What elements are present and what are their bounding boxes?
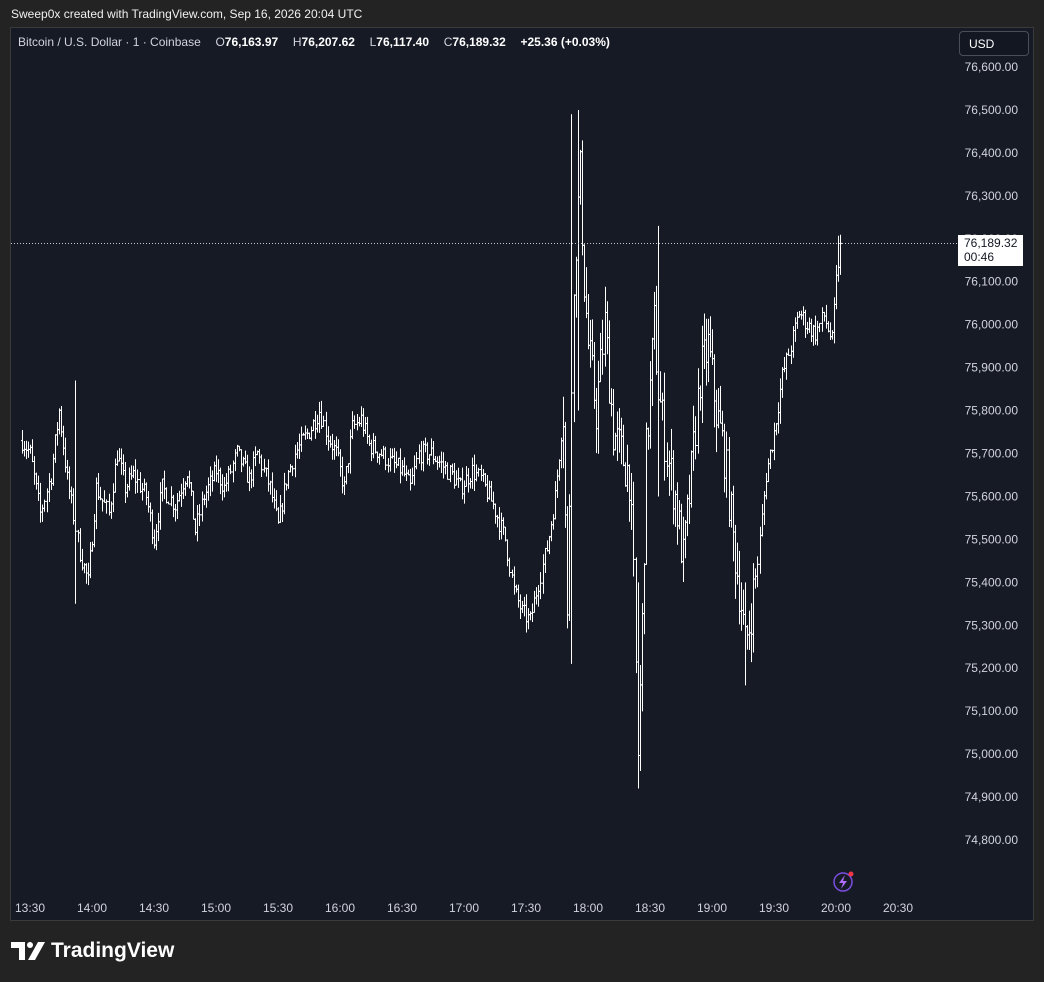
- y-tick-label: 74,800.00: [965, 833, 1019, 847]
- x-tick-label: 14:30: [139, 901, 169, 915]
- price-chart[interactable]: 76,600.00 76,500.00 76,400.00 76,300.00 76,2…: [0, 0, 1044, 982]
- symbol-legend: Bitcoin / U.S. Dollar · 1 · Coinbase O76…: [18, 35, 610, 49]
- open-value: 76,163.97: [224, 35, 279, 49]
- tradingview-brand: TradingView: [51, 939, 175, 962]
- y-tick-label: 76,000.00: [965, 318, 1019, 332]
- y-tick-label: 75,800.00: [965, 404, 1019, 418]
- x-tick-label: 15:00: [201, 901, 231, 915]
- x-tick-label: 13:30: [15, 901, 45, 915]
- high-label: H: [292, 35, 302, 49]
- x-tick-label: 19:30: [759, 901, 789, 915]
- x-tick-label: 19:00: [697, 901, 727, 915]
- lightning-icon[interactable]: [833, 871, 854, 892]
- y-tick-label: 75,500.00: [965, 532, 1019, 546]
- x-tick-label: 17:00: [449, 901, 479, 915]
- x-tick-label: 18:00: [573, 901, 603, 915]
- y-tick-label: 75,100.00: [965, 704, 1019, 718]
- y-tick-label: 75,600.00: [965, 489, 1019, 503]
- x-tick-label: 16:30: [387, 901, 417, 915]
- high-value: 76,207.62: [301, 35, 355, 49]
- y-tick-label: 75,300.00: [965, 618, 1019, 632]
- change-value: +25.36 (+0.03%): [520, 35, 610, 49]
- y-tick-label: 75,700.00: [965, 447, 1019, 461]
- y-tick-label: 75,200.00: [965, 661, 1019, 675]
- y-tick-label: 76,600.00: [965, 60, 1019, 74]
- tradingview-logo[interactable]: TradingView: [11, 939, 174, 963]
- y-tick-label: 75,900.00: [965, 361, 1019, 375]
- tradingview-logo-icon: [11, 942, 45, 960]
- symbol-name[interactable]: Bitcoin / U.S. Dollar · 1 · Coinbase: [18, 35, 201, 49]
- x-tick-label: 16:00: [325, 901, 355, 915]
- last-price-value: 76,189.32: [964, 236, 1018, 250]
- currency-button[interactable]: USD: [959, 31, 1029, 56]
- y-tick-label: 75,400.00: [965, 575, 1019, 589]
- y-tick-label: 76,400.00: [965, 146, 1019, 160]
- close-value: 76,189.32: [452, 35, 506, 49]
- y-tick-label: 75,000.00: [965, 747, 1019, 761]
- low-value: 76,117.40: [376, 35, 430, 49]
- x-tick-label: 17:30: [511, 901, 541, 915]
- bar-countdown: 00:46: [964, 250, 995, 264]
- y-tick-label: 76,300.00: [965, 189, 1019, 203]
- x-tick-label: 20:30: [883, 901, 913, 915]
- x-tick-label: 18:30: [635, 901, 665, 915]
- open-label: O: [215, 35, 225, 49]
- x-tick-label: 20:00: [821, 901, 851, 915]
- x-tick-label: 14:00: [77, 901, 107, 915]
- last-price-tag: 76,189.32 00:46: [958, 235, 1023, 266]
- x-tick-label: 15:30: [263, 901, 293, 915]
- y-tick-label: 76,100.00: [965, 275, 1019, 289]
- y-tick-label: 76,500.00: [965, 103, 1019, 117]
- y-tick-label: 74,900.00: [965, 790, 1019, 804]
